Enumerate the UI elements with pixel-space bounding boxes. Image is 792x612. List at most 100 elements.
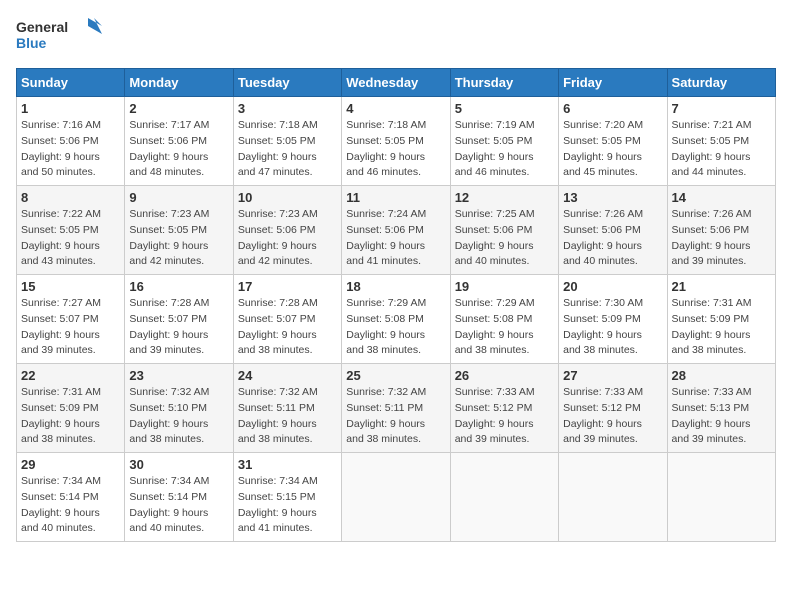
day-number: 16 [129,279,228,294]
calendar-cell [450,453,558,542]
day-number: 4 [346,101,445,116]
day-info: Sunrise: 7:31 AMSunset: 5:09 PMDaylight:… [21,385,120,448]
calendar-cell: 30Sunrise: 7:34 AMSunset: 5:14 PMDayligh… [125,453,233,542]
calendar-cell: 15 Sunrise: 7:27 AMSunset: 5:07 PMDayligh… [17,275,125,364]
calendar-cell [342,453,450,542]
calendar-cell: 23Sunrise: 7:32 AMSunset: 5:10 PMDayligh… [125,364,233,453]
day-number: 15 [21,279,120,294]
day-number: 7 [672,101,771,116]
day-info: Sunrise: 7:26 AMSunset: 5:06 PMDaylight:… [563,207,662,270]
calendar-cell: 22 Sunrise: 7:31 AMSunset: 5:09 PMDayligh… [17,364,125,453]
calendar-cell: 10 Sunrise: 7:23 AMSunset: 5:06 PMDayligh… [233,186,341,275]
calendar-cell [667,453,775,542]
day-number: 23 [129,368,228,383]
calendar-week-5: 29 Sunrise: 7:34 AMSunset: 5:14 PMDayligh… [17,453,776,542]
day-number: 9 [129,190,228,205]
day-info: Sunrise: 7:29 AMSunset: 5:08 PMDaylight:… [455,296,554,359]
col-header-saturday: Saturday [667,69,775,97]
calendar-cell: 31 Sunrise: 7:34 AMSunset: 5:15 PMDayligh… [233,453,341,542]
calendar-cell: 13 Sunrise: 7:26 AMSunset: 5:06 PMDayligh… [559,186,667,275]
calendar-cell: 16 Sunrise: 7:28 AMSunset: 5:07 PMDayligh… [125,275,233,364]
day-info: Sunrise: 7:32 AMSunset: 5:11 PMDaylight:… [346,385,445,448]
day-info: Sunrise: 7:30 AMSunset: 5:09 PMDaylight:… [563,296,662,359]
day-info: Sunrise: 7:29 AMSunset: 5:08 PMDaylight:… [346,296,445,359]
day-info: Sunrise: 7:33 AMSunset: 5:13 PMDaylight:… [672,385,771,448]
day-number: 12 [455,190,554,205]
day-number: 31 [238,457,337,472]
day-info: Sunrise: 7:21 AMSunset: 5:05 PMDaylight:… [672,118,771,181]
day-number: 20 [563,279,662,294]
col-header-tuesday: Tuesday [233,69,341,97]
calendar-cell: 4 Sunrise: 7:18 AMSunset: 5:05 PMDaylight… [342,97,450,186]
calendar-cell: 21 Sunrise: 7:31 AMSunset: 5:09 PMDayligh… [667,275,775,364]
col-header-monday: Monday [125,69,233,97]
day-info: Sunrise: 7:24 AMSunset: 5:06 PMDaylight:… [346,207,445,270]
day-info: Sunrise: 7:17 AMSunset: 5:06 PMDaylight:… [129,118,228,181]
day-number: 10 [238,190,337,205]
day-number: 2 [129,101,228,116]
day-number: 3 [238,101,337,116]
svg-text:General: General [16,19,68,35]
day-number: 29 [21,457,120,472]
calendar-cell: 28 Sunrise: 7:33 AMSunset: 5:13 PMDayligh… [667,364,775,453]
day-number: 5 [455,101,554,116]
calendar-cell: 17 Sunrise: 7:28 AMSunset: 5:07 PMDayligh… [233,275,341,364]
day-info: Sunrise: 7:23 AMSunset: 5:06 PMDaylight:… [238,207,337,270]
day-number: 1 [21,101,120,116]
calendar-cell: 24 Sunrise: 7:32 AMSunset: 5:11 PMDayligh… [233,364,341,453]
day-number: 25 [346,368,445,383]
day-number: 24 [238,368,337,383]
calendar-cell: 29Sunrise: 7:34 AMSunset: 5:14 PMDayligh… [17,453,125,542]
day-number: 18 [346,279,445,294]
calendar-week-1: 1 Sunrise: 7:16 AMSunset: 5:06 PMDaylight… [17,97,776,186]
day-info: Sunrise: 7:18 AMSunset: 5:05 PMDaylight:… [238,118,337,181]
calendar-cell: 26 Sunrise: 7:33 AMSunset: 5:12 PMDayligh… [450,364,558,453]
day-info: Sunrise: 7:32 AMSunset: 5:11 PMDaylight:… [238,385,337,448]
logo: GeneralBlue [16,16,106,56]
day-info: Sunrise: 7:31 AMSunset: 5:09 PMDaylight:… [672,296,771,359]
calendar-table: SundayMondayTuesdayWednesdayThursdayFrid… [16,68,776,542]
day-info: Sunrise: 7:27 AMSunset: 5:07 PMDaylight:… [21,296,120,359]
day-info: Sunrise: 7:22 AMSunset: 5:05 PMDaylight:… [21,207,120,270]
day-number: 26 [455,368,554,383]
day-info: Sunrise: 7:33 AMSunset: 5:12 PMDaylight:… [455,385,554,448]
col-header-friday: Friday [559,69,667,97]
calendar-cell: 3 Sunrise: 7:18 AMSunset: 5:05 PMDaylight… [233,97,341,186]
day-info: Sunrise: 7:28 AMSunset: 5:07 PMDaylight:… [238,296,337,359]
col-header-thursday: Thursday [450,69,558,97]
calendar-cell: 1 Sunrise: 7:16 AMSunset: 5:06 PMDaylight… [17,97,125,186]
calendar-cell: 7 Sunrise: 7:21 AMSunset: 5:05 PMDaylight… [667,97,775,186]
page-header: GeneralBlue [16,16,776,56]
svg-text:Blue: Blue [16,35,47,51]
calendar-cell: 9 Sunrise: 7:23 AMSunset: 5:05 PMDaylight… [125,186,233,275]
calendar-cell [559,453,667,542]
day-info: Sunrise: 7:34 AMSunset: 5:14 PMDaylight:… [129,474,228,537]
col-header-wednesday: Wednesday [342,69,450,97]
day-number: 6 [563,101,662,116]
day-number: 11 [346,190,445,205]
day-number: 13 [563,190,662,205]
calendar-cell: 12 Sunrise: 7:25 AMSunset: 5:06 PMDayligh… [450,186,558,275]
day-info: Sunrise: 7:28 AMSunset: 5:07 PMDaylight:… [129,296,228,359]
calendar-cell: 2 Sunrise: 7:17 AMSunset: 5:06 PMDaylight… [125,97,233,186]
calendar-cell: 8Sunrise: 7:22 AMSunset: 5:05 PMDaylight… [17,186,125,275]
day-number: 17 [238,279,337,294]
calendar-week-2: 8Sunrise: 7:22 AMSunset: 5:05 PMDaylight… [17,186,776,275]
calendar-cell: 5Sunrise: 7:19 AMSunset: 5:05 PMDaylight… [450,97,558,186]
day-number: 27 [563,368,662,383]
day-info: Sunrise: 7:18 AMSunset: 5:05 PMDaylight:… [346,118,445,181]
calendar-cell: 19Sunrise: 7:29 AMSunset: 5:08 PMDayligh… [450,275,558,364]
logo-svg: GeneralBlue [16,16,106,56]
day-number: 14 [672,190,771,205]
day-info: Sunrise: 7:25 AMSunset: 5:06 PMDaylight:… [455,207,554,270]
day-info: Sunrise: 7:26 AMSunset: 5:06 PMDaylight:… [672,207,771,270]
day-info: Sunrise: 7:20 AMSunset: 5:05 PMDaylight:… [563,118,662,181]
calendar-cell: 20 Sunrise: 7:30 AMSunset: 5:09 PMDayligh… [559,275,667,364]
day-number: 21 [672,279,771,294]
day-info: Sunrise: 7:23 AMSunset: 5:05 PMDaylight:… [129,207,228,270]
day-number: 22 [21,368,120,383]
calendar-cell: 27Sunrise: 7:33 AMSunset: 5:12 PMDayligh… [559,364,667,453]
day-number: 28 [672,368,771,383]
day-info: Sunrise: 7:16 AMSunset: 5:06 PMDaylight:… [21,118,120,181]
day-info: Sunrise: 7:34 AMSunset: 5:15 PMDaylight:… [238,474,337,537]
